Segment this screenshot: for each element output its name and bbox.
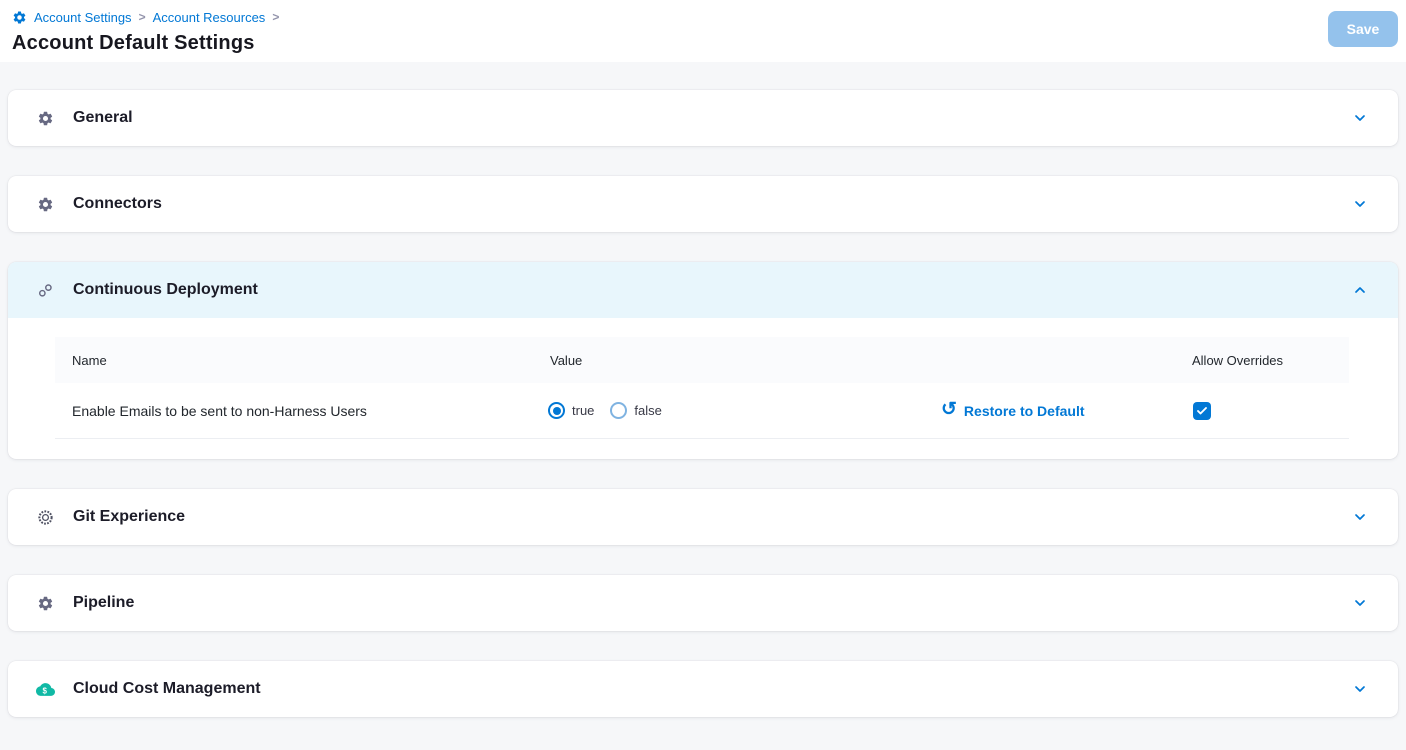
section-card-connectors: Connectors [8,176,1398,232]
section-header-connectors[interactable]: Connectors [8,176,1398,232]
radio-true[interactable] [548,402,565,419]
section-header-pipeline[interactable]: Pipeline [8,575,1398,631]
radio-false-label[interactable]: false [634,403,661,418]
section-header-cloud-cost-management[interactable]: $ Cloud Cost Management [8,661,1398,717]
cog-outline-icon [35,509,55,526]
restore-link-label: Restore to Default [964,403,1085,419]
section-label: Connectors [73,195,162,213]
restore-icon: ↺ [941,403,957,417]
section-card-git-experience: Git Experience [8,489,1398,545]
restore-to-default-link[interactable]: ↺ Restore to Default [941,403,1085,419]
section-label: Pipeline [73,594,134,612]
chevron-down-icon[interactable] [1352,110,1368,126]
breadcrumb: Account Settings > Account Resources > [12,7,1394,27]
breadcrumb-account-settings[interactable]: Account Settings [34,10,132,25]
chevron-down-icon[interactable] [1352,595,1368,611]
cloud-dollar-icon: $ [35,680,55,699]
section-card-general: General [8,90,1398,146]
section-header-general[interactable]: General [8,90,1398,146]
page-header: Account Settings > Account Resources > A… [0,0,1406,62]
allow-overrides-cell [1175,402,1349,420]
settings-table: Name Value Allow Overrides Enable Emails… [8,318,1398,459]
table-row: Enable Emails to be sent to non-Harness … [55,383,1349,439]
column-header-allow-overrides: Allow Overrides [1175,353,1349,368]
chevron-down-icon[interactable] [1352,196,1368,212]
radio-true-label[interactable]: true [572,403,594,418]
section-header-continuous-deployment[interactable]: Continuous Deployment [8,262,1398,318]
section-label: Cloud Cost Management [73,680,261,698]
breadcrumb-separator: > [272,10,279,24]
setting-value-cell: true false [533,402,925,419]
table-header-row: Name Value Allow Overrides [55,337,1349,383]
column-header-value: Value [533,353,925,368]
radio-group: true false [548,402,678,419]
settings-section-list: General Connectors Continuous Deploy [0,62,1406,717]
chevron-down-icon[interactable] [1352,681,1368,697]
link-icon [35,282,55,299]
breadcrumb-account-resources[interactable]: Account Resources [153,10,266,25]
section-label: Continuous Deployment [73,281,258,299]
section-card-cloud-cost-management: $ Cloud Cost Management [8,661,1398,717]
section-label: General [73,109,133,127]
gear-icon [35,196,55,213]
chevron-down-icon[interactable] [1352,509,1368,525]
section-card-continuous-deployment: Continuous Deployment Name Value Allow O… [8,262,1398,459]
restore-cell: ↺ Restore to Default [925,403,1175,419]
breadcrumb-separator: > [139,10,146,24]
section-header-git-experience[interactable]: Git Experience [8,489,1398,545]
column-header-name: Name [55,353,533,368]
gear-icon [12,10,27,25]
allow-overrides-checkbox[interactable] [1193,402,1211,420]
save-button[interactable]: Save [1328,11,1398,47]
svg-text:$: $ [42,686,47,695]
gear-icon [35,595,55,612]
section-label: Git Experience [73,508,185,526]
gear-icon [35,110,55,127]
radio-false[interactable] [610,402,627,419]
page-title: Account Default Settings [12,32,1394,55]
section-card-pipeline: Pipeline [8,575,1398,631]
setting-name: Enable Emails to be sent to non-Harness … [55,403,533,419]
chevron-up-icon[interactable] [1352,282,1368,298]
